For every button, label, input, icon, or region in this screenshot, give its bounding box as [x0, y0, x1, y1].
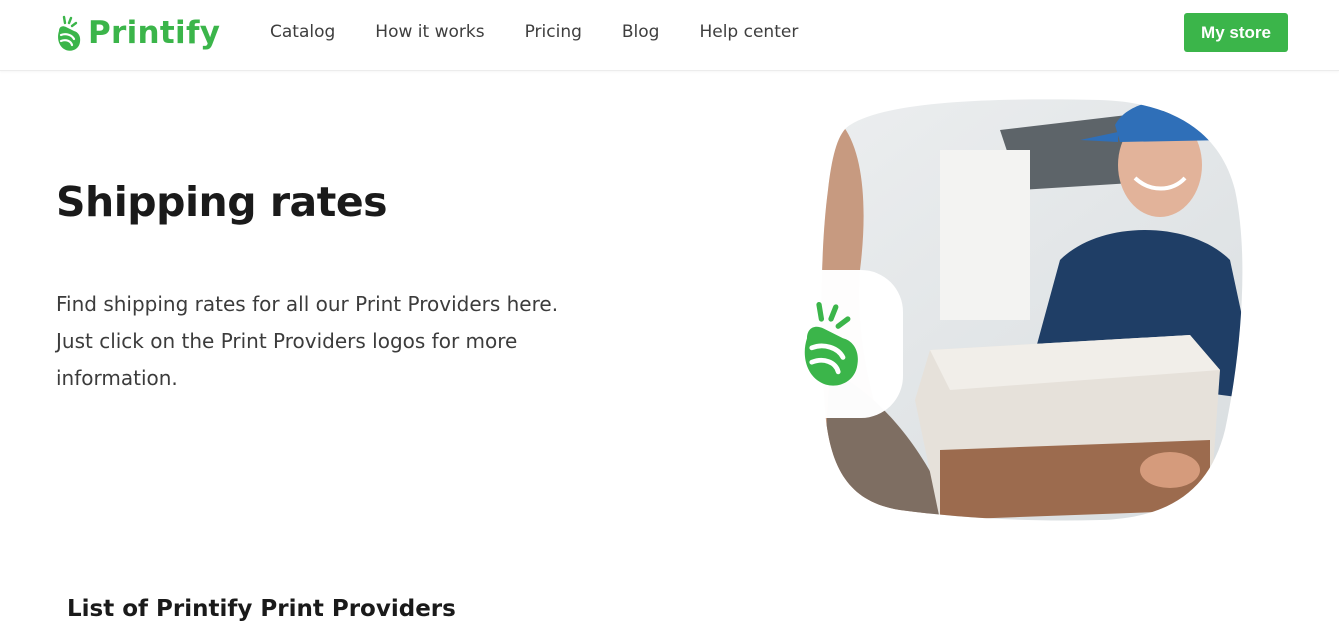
nav-item-how-it-works[interactable]: How it works [375, 22, 484, 42]
nav-item-pricing[interactable]: Pricing [525, 22, 582, 42]
my-store-button[interactable]: My store [1184, 13, 1288, 52]
hero-delivery-illustration [755, 99, 1243, 521]
printify-hand-icon [58, 15, 81, 51]
printify-logo[interactable]: Printify [54, 12, 220, 54]
main-nav: Catalog How it works Pricing Blog Help c… [270, 22, 838, 42]
nav-item-blog[interactable]: Blog [622, 22, 660, 42]
printify-badge [755, 270, 903, 418]
site-header: Printify Catalog How it works Pricing Bl… [0, 0, 1339, 71]
nav-item-catalog[interactable]: Catalog [270, 22, 335, 42]
providers-list-title: List of Printify Print Providers [67, 596, 456, 622]
hero-description: Find shipping rates for all our Print Pr… [56, 292, 559, 390]
nav-item-help-center[interactable]: Help center [699, 22, 798, 42]
brand-name: Printify [88, 15, 221, 51]
page-title: Shipping rates [56, 178, 388, 226]
